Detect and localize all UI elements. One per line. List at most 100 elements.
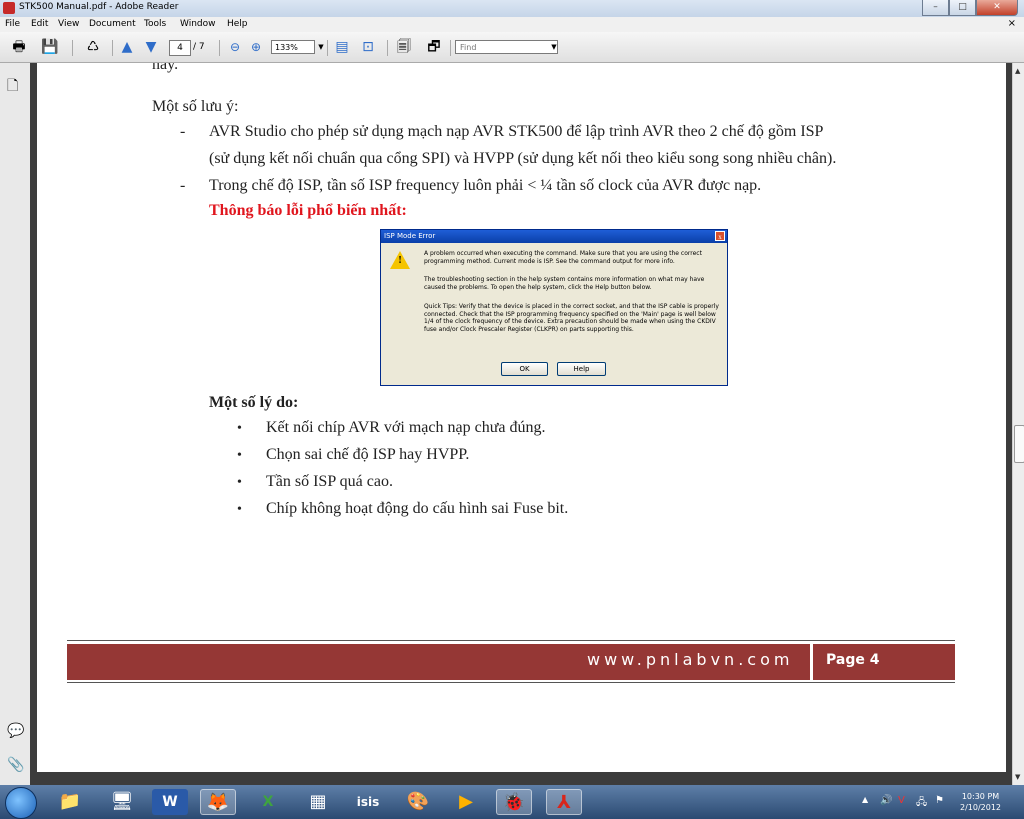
dash-marker: - [180, 123, 186, 140]
full-screen-icon[interactable]: 🗗 [424, 39, 444, 55]
adobe-reader-icon [3, 2, 15, 14]
reason-item: Chíp không hoạt động do cấu hình sai Fus… [266, 500, 569, 517]
reason-item: Chọn sai chế độ ISP hay HVPP. [266, 446, 470, 463]
antivirus-icon[interactable]: V [898, 795, 905, 806]
navigation-pane: 🗋 💬 📎 [0, 63, 31, 785]
read-mode-icon[interactable]: 🗐 [394, 39, 414, 55]
page-total: / 7 [193, 42, 205, 52]
dialog-close-icon: x [715, 231, 725, 241]
attachments-icon[interactable]: 📎 [7, 757, 24, 773]
comments-icon[interactable]: 💬 [7, 723, 24, 739]
bullet-marker: • [237, 421, 242, 436]
save-icon[interactable]: 💾 [38, 39, 62, 55]
page-number-input[interactable]: 4 [169, 40, 191, 56]
next-page-icon[interactable]: ▼ [143, 39, 159, 55]
minimize-button[interactable]: – [922, 0, 949, 16]
window-title: STK500 Manual.pdf - Adobe Reader [19, 2, 179, 12]
previous-page-icon[interactable]: ▲ [119, 39, 135, 55]
explorer-icon[interactable]: 📁 [52, 789, 88, 815]
share-icon[interactable]: ♺ [82, 39, 104, 55]
adobe-reader-taskbar-icon[interactable]: ⅄ [546, 789, 582, 815]
clock-date: 2/10/2012 [960, 803, 1002, 812]
toolbar-separator [387, 40, 388, 56]
reasons-heading: Một số lý do: [209, 394, 299, 411]
text-line: này. [152, 63, 179, 73]
title-bar: STK500 Manual.pdf - Adobe Reader – □ ✕ [0, 0, 1024, 17]
close-document-icon[interactable]: × [1008, 18, 1016, 29]
reason-item: Tần số ISP quá cao. [266, 473, 393, 490]
note-1-line-1: AVR Studio cho phép sử dụng mạch nạp AVR… [209, 123, 824, 140]
toolbar-separator [72, 40, 73, 56]
zoom-out-icon[interactable]: ⊖ [228, 39, 242, 55]
pages-icon[interactable]: 🗋 [7, 75, 18, 99]
find-input[interactable]: Find [455, 40, 558, 54]
scroll-up-icon[interactable]: ▲ [1015, 67, 1020, 75]
menu-view[interactable]: View [58, 19, 79, 29]
isis-icon[interactable]: isis [350, 789, 386, 815]
network-icon[interactable]: 🖧 [916, 795, 927, 812]
tray-expand-icon[interactable]: ▲ [862, 795, 868, 804]
isp-error-dialog-image: ISP Mode Error x ! A problem occurred wh… [380, 229, 728, 386]
dialog-text: A problem occurred when executing the co… [424, 250, 702, 265]
window-controls: – □ ✕ [922, 0, 1018, 16]
avr-studio-icon[interactable]: 🐞 [496, 789, 532, 815]
menu-bar: File Edit View Document Tools Window Hel… [0, 17, 1024, 32]
footer-website: www.pnlabvn.com [587, 650, 794, 669]
note-1-line-2: (sử dụng kết nối chuẩn qua cổng SPI) và … [209, 150, 837, 167]
scrollbar-thumb[interactable] [1014, 425, 1024, 463]
note-2: Trong chế độ ISP, tần số ISP frequency l… [209, 177, 762, 194]
maximize-button[interactable]: □ [949, 0, 976, 16]
system-clock[interactable]: 10:30 PM 2/10/2012 [960, 791, 1001, 813]
notes-heading: Một số lưu ý: [152, 98, 239, 115]
clock-time: 10:30 PM [961, 792, 1000, 801]
media-player-icon[interactable]: ▶ [448, 789, 484, 815]
scroll-down-icon[interactable]: ▼ [1015, 773, 1020, 781]
menu-file[interactable]: File [5, 19, 20, 29]
calculator-icon[interactable]: ▦ [300, 789, 336, 815]
dialog-text: The troubleshooting section in the help … [424, 276, 705, 291]
menu-help[interactable]: Help [227, 19, 248, 29]
toolbar-separator [327, 40, 328, 56]
action-center-icon[interactable]: ⚑ [935, 795, 944, 806]
vertical-scrollbar[interactable]: ▲ ▼ [1012, 63, 1024, 785]
zoom-select[interactable]: 133% [271, 40, 315, 54]
taskbar: 📁 🖥 W 🦊 X ▦ isis 🎨 ▶ 🐞 ⅄ ▲ 🔊 V 🖧 ⚑ 10:30… [0, 785, 1024, 819]
footer-divider [810, 644, 813, 680]
menu-tools[interactable]: Tools [144, 19, 166, 29]
print-icon[interactable]: 🖶 [10, 39, 28, 55]
warning-mark: ! [398, 255, 402, 266]
footer-rule-top [67, 640, 955, 641]
dialog-title: ISP Mode Error [381, 230, 727, 243]
footer-bar: www.pnlabvn.com Page 4 [67, 644, 955, 680]
menu-window[interactable]: Window [180, 19, 216, 29]
bullet-marker: • [237, 475, 242, 490]
zoom-in-icon[interactable]: ⊕ [249, 39, 263, 55]
toolbar-separator [112, 40, 113, 56]
paint-icon[interactable]: 🎨 [400, 789, 436, 815]
reason-item: Kết nối chíp AVR với mạch nạp chưa đúng. [266, 419, 546, 436]
computer-icon[interactable]: 🖥 [104, 789, 140, 815]
toolbar-separator [450, 40, 451, 56]
chevron-down-icon[interactable]: ▼ [550, 39, 558, 55]
close-button[interactable]: ✕ [976, 0, 1018, 16]
chevron-down-icon[interactable]: ▼ [317, 39, 325, 55]
error-heading: Thông báo lỗi phổ biến nhất: [209, 202, 407, 219]
dialog-ok-button: OK [501, 362, 548, 376]
dialog-text: Quick Tips: Verify that the device is pl… [424, 303, 719, 333]
firefox-icon[interactable]: 🦊 [200, 789, 236, 815]
fit-page-icon[interactable]: ⊡ [359, 39, 377, 55]
bullet-marker: • [237, 502, 242, 517]
menu-document[interactable]: Document [89, 19, 136, 29]
start-button[interactable] [5, 787, 37, 819]
menu-edit[interactable]: Edit [31, 19, 48, 29]
fit-width-icon[interactable]: ▤ [333, 39, 351, 55]
bullet-marker: • [237, 448, 242, 463]
word-icon[interactable]: W [152, 789, 188, 815]
excel-icon[interactable]: X [250, 789, 286, 815]
toolbar: 🖶 💾 ♺ ▲ ▼ 4 / 7 ⊖ ⊕ 133% ▼ ▤ ⊡ 🗐 🗗 Find … [0, 32, 1024, 63]
pdf-page: này. Một số lưu ý: - AVR Studio cho phép… [37, 63, 1006, 772]
dialog-help-button: Help [557, 362, 606, 376]
dash-marker: - [180, 177, 186, 194]
volume-icon[interactable]: 🔊 [880, 795, 892, 806]
footer-page-number: Page 4 [826, 652, 880, 668]
